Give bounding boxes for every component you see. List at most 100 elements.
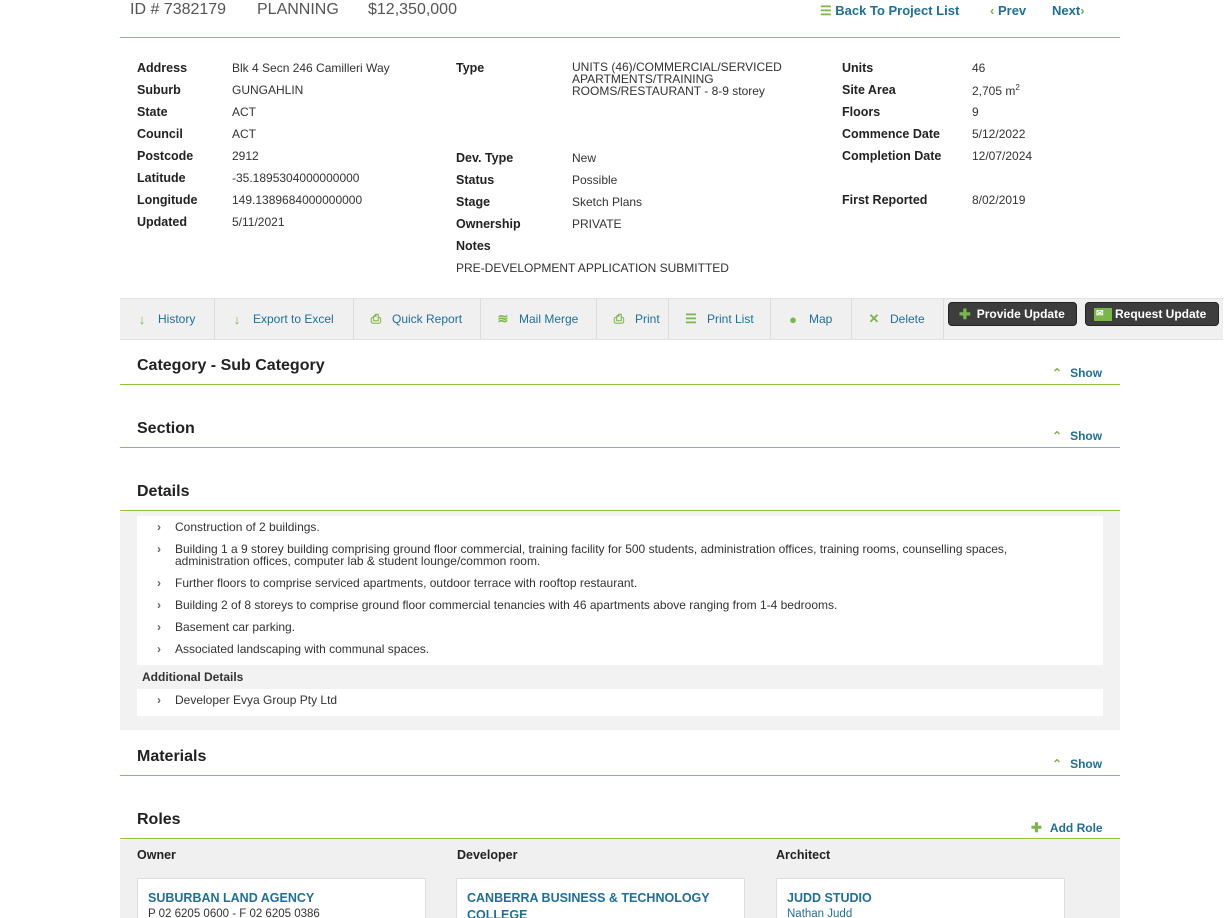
state-value: ACT <box>232 105 256 119</box>
developer-card: CANBERRA BUSINESS & TECHNOLOGY COLLEGE <box>456 878 745 918</box>
quick-report-button[interactable]: ⎙ Quick Report <box>354 299 481 339</box>
owner-company-link[interactable]: SUBURBAN LAND AGENCY <box>148 890 408 907</box>
print-list-button[interactable]: ☰ Print List <box>669 299 771 339</box>
action-toolbar: ↓ History ↓ Export to Excel ⎙ Quick Report … <box>120 298 1223 340</box>
details-list: › Construction of 2 buildings. › Building … <box>137 516 1103 665</box>
ownership-label: Ownership <box>456 217 521 231</box>
completion-date-label: Completion Date <box>842 149 942 163</box>
stage-value: Sketch Plans <box>572 195 643 209</box>
architect-card: JUDD STUDIO Nathan Judd <box>776 878 1065 918</box>
floors-value: 9 <box>972 105 979 119</box>
commence-date-label: Commence Date <box>842 127 940 141</box>
chevron-up-icon: ⌃ <box>1052 429 1063 443</box>
chevron-right-icon: › <box>157 542 161 556</box>
plus-icon: ✚ <box>1031 820 1042 835</box>
postcode-label: Postcode <box>137 149 194 163</box>
request-update-button[interactable]: ✉ Request Update <box>1085 302 1219 326</box>
download-arrow-icon: ↓ <box>233 311 241 327</box>
list-icon: ☰ <box>820 3 832 18</box>
materials-title: Materials <box>137 748 207 765</box>
back-to-project-list-link[interactable]: ☰ Back To Project List <box>820 3 959 19</box>
layers-icon: ≋ <box>497 311 509 326</box>
category-divider <box>120 384 1120 385</box>
units-label: Units <box>842 61 874 75</box>
roles-divider <box>120 838 1120 839</box>
prev-link[interactable]: ‹ Prev <box>990 3 1026 18</box>
envelope-icon: ✉ <box>1094 307 1112 321</box>
download-arrow-icon: ↓ <box>138 311 146 327</box>
type-value-line3: ROOMS/RESTAURANT - 8-9 storey <box>572 84 765 98</box>
map-button[interactable]: ● Map <box>771 299 852 339</box>
developer-role-label: Developer <box>457 848 518 862</box>
category-show-link[interactable]: ⌃ Show <box>1052 366 1102 380</box>
completion-date-value: 12/07/2024 <box>972 149 1033 163</box>
postcode-value: 2912 <box>232 149 259 163</box>
next-link[interactable]: Next› <box>1052 3 1085 18</box>
additional-details-list: › Developer Evya Group Pty Ltd <box>137 689 1103 716</box>
details-panel: › Construction of 2 buildings. › Building … <box>120 512 1120 730</box>
printer-icon: ⎙ <box>613 311 625 326</box>
provide-update-button[interactable]: ✚ Provide Update <box>948 302 1077 326</box>
first-reported-value: 8/02/2019 <box>972 193 1026 207</box>
owner-role-label: Owner <box>137 848 176 862</box>
state-label: State <box>137 105 168 119</box>
stage-label: Stage <box>456 195 491 209</box>
mail-merge-button[interactable]: ≋ Mail Merge <box>481 299 597 339</box>
longitude-label: Longitude <box>137 193 198 207</box>
roles-panel: Owner Developer Architect SUBURBAN LAND … <box>120 840 1120 918</box>
category-title: Category - Sub Category <box>137 357 325 374</box>
chevron-right-icon: › <box>157 520 161 534</box>
project-status: PLANNING <box>257 1 339 18</box>
chevron-right-icon: › <box>157 576 161 590</box>
notes-value: PRE-DEVELOPMENT APPLICATION SUBMITTED <box>456 261 729 275</box>
site-area-label: Site Area <box>842 83 896 97</box>
section-show-link[interactable]: ⌃ Show <box>1052 429 1102 443</box>
address-value: Blk 4 Secn 246 Camilleri Way <box>232 61 390 75</box>
printer-icon: ⎙ <box>370 311 382 326</box>
history-button[interactable]: ↓ History <box>120 299 215 339</box>
updated-value: 5/11/2021 <box>232 215 285 229</box>
list-icon: ☰ <box>685 311 697 326</box>
additional-details-label: Additional Details <box>142 670 244 684</box>
chevron-right-icon: › <box>157 598 161 612</box>
devtype-value: New <box>572 151 597 165</box>
devtype-label: Dev. Type <box>456 151 514 165</box>
section-title: Section <box>137 420 195 437</box>
latitude-value: -35.1895304000000000 <box>232 171 360 185</box>
council-value: ACT <box>232 127 256 141</box>
address-label: Address <box>137 61 188 75</box>
first-reported-label: First Reported <box>842 193 928 207</box>
developer-company-link[interactable]: CANBERRA BUSINESS & TECHNOLOGY COLLEGE <box>467 890 727 918</box>
council-label: Council <box>137 127 183 141</box>
notes-label: Notes <box>456 239 491 253</box>
plus-icon: ✚ <box>959 305 971 322</box>
export-excel-button[interactable]: ↓ Export to Excel <box>215 299 354 339</box>
longitude-value: 149.1389684000000000 <box>232 193 363 207</box>
details-title: Details <box>137 483 190 500</box>
ownership-value: PRIVATE <box>572 217 622 231</box>
add-role-link[interactable]: ✚ Add Role <box>1031 820 1103 836</box>
type-label: Type <box>456 61 485 75</box>
status-label: Status <box>456 173 495 187</box>
close-icon: ✕ <box>868 311 880 326</box>
project-header: ID # 7382179 PLANNING $12,350,000 ☰ Back… <box>120 0 1120 38</box>
architect-company-link[interactable]: JUDD STUDIO <box>787 890 1047 907</box>
site-area-value: 2,705 m2 <box>972 83 1020 98</box>
project-id: ID # 7382179 <box>130 1 227 18</box>
architect-contact-link[interactable]: Nathan Judd <box>787 908 852 918</box>
delete-button[interactable]: ✕ Delete <box>852 299 944 339</box>
updated-label: Updated <box>137 215 187 229</box>
map-pin-icon: ● <box>789 311 797 327</box>
floors-label: Floors <box>842 105 881 119</box>
section-divider <box>120 447 1120 448</box>
commence-date-value: 5/12/2022 <box>972 127 1026 141</box>
details-divider <box>120 510 1120 511</box>
materials-show-link[interactable]: ⌃ Show <box>1052 757 1102 771</box>
roles-title: Roles <box>137 811 181 828</box>
print-button[interactable]: ⎙ Print <box>597 299 669 339</box>
chevron-up-icon: ⌃ <box>1052 366 1063 380</box>
units-value: 46 <box>972 61 986 75</box>
owner-phone: P 02 6205 0600 - F 02 6205 0386 <box>148 908 320 918</box>
project-value: $12,350,000 <box>368 1 457 18</box>
chevron-right-icon: › <box>157 620 161 634</box>
